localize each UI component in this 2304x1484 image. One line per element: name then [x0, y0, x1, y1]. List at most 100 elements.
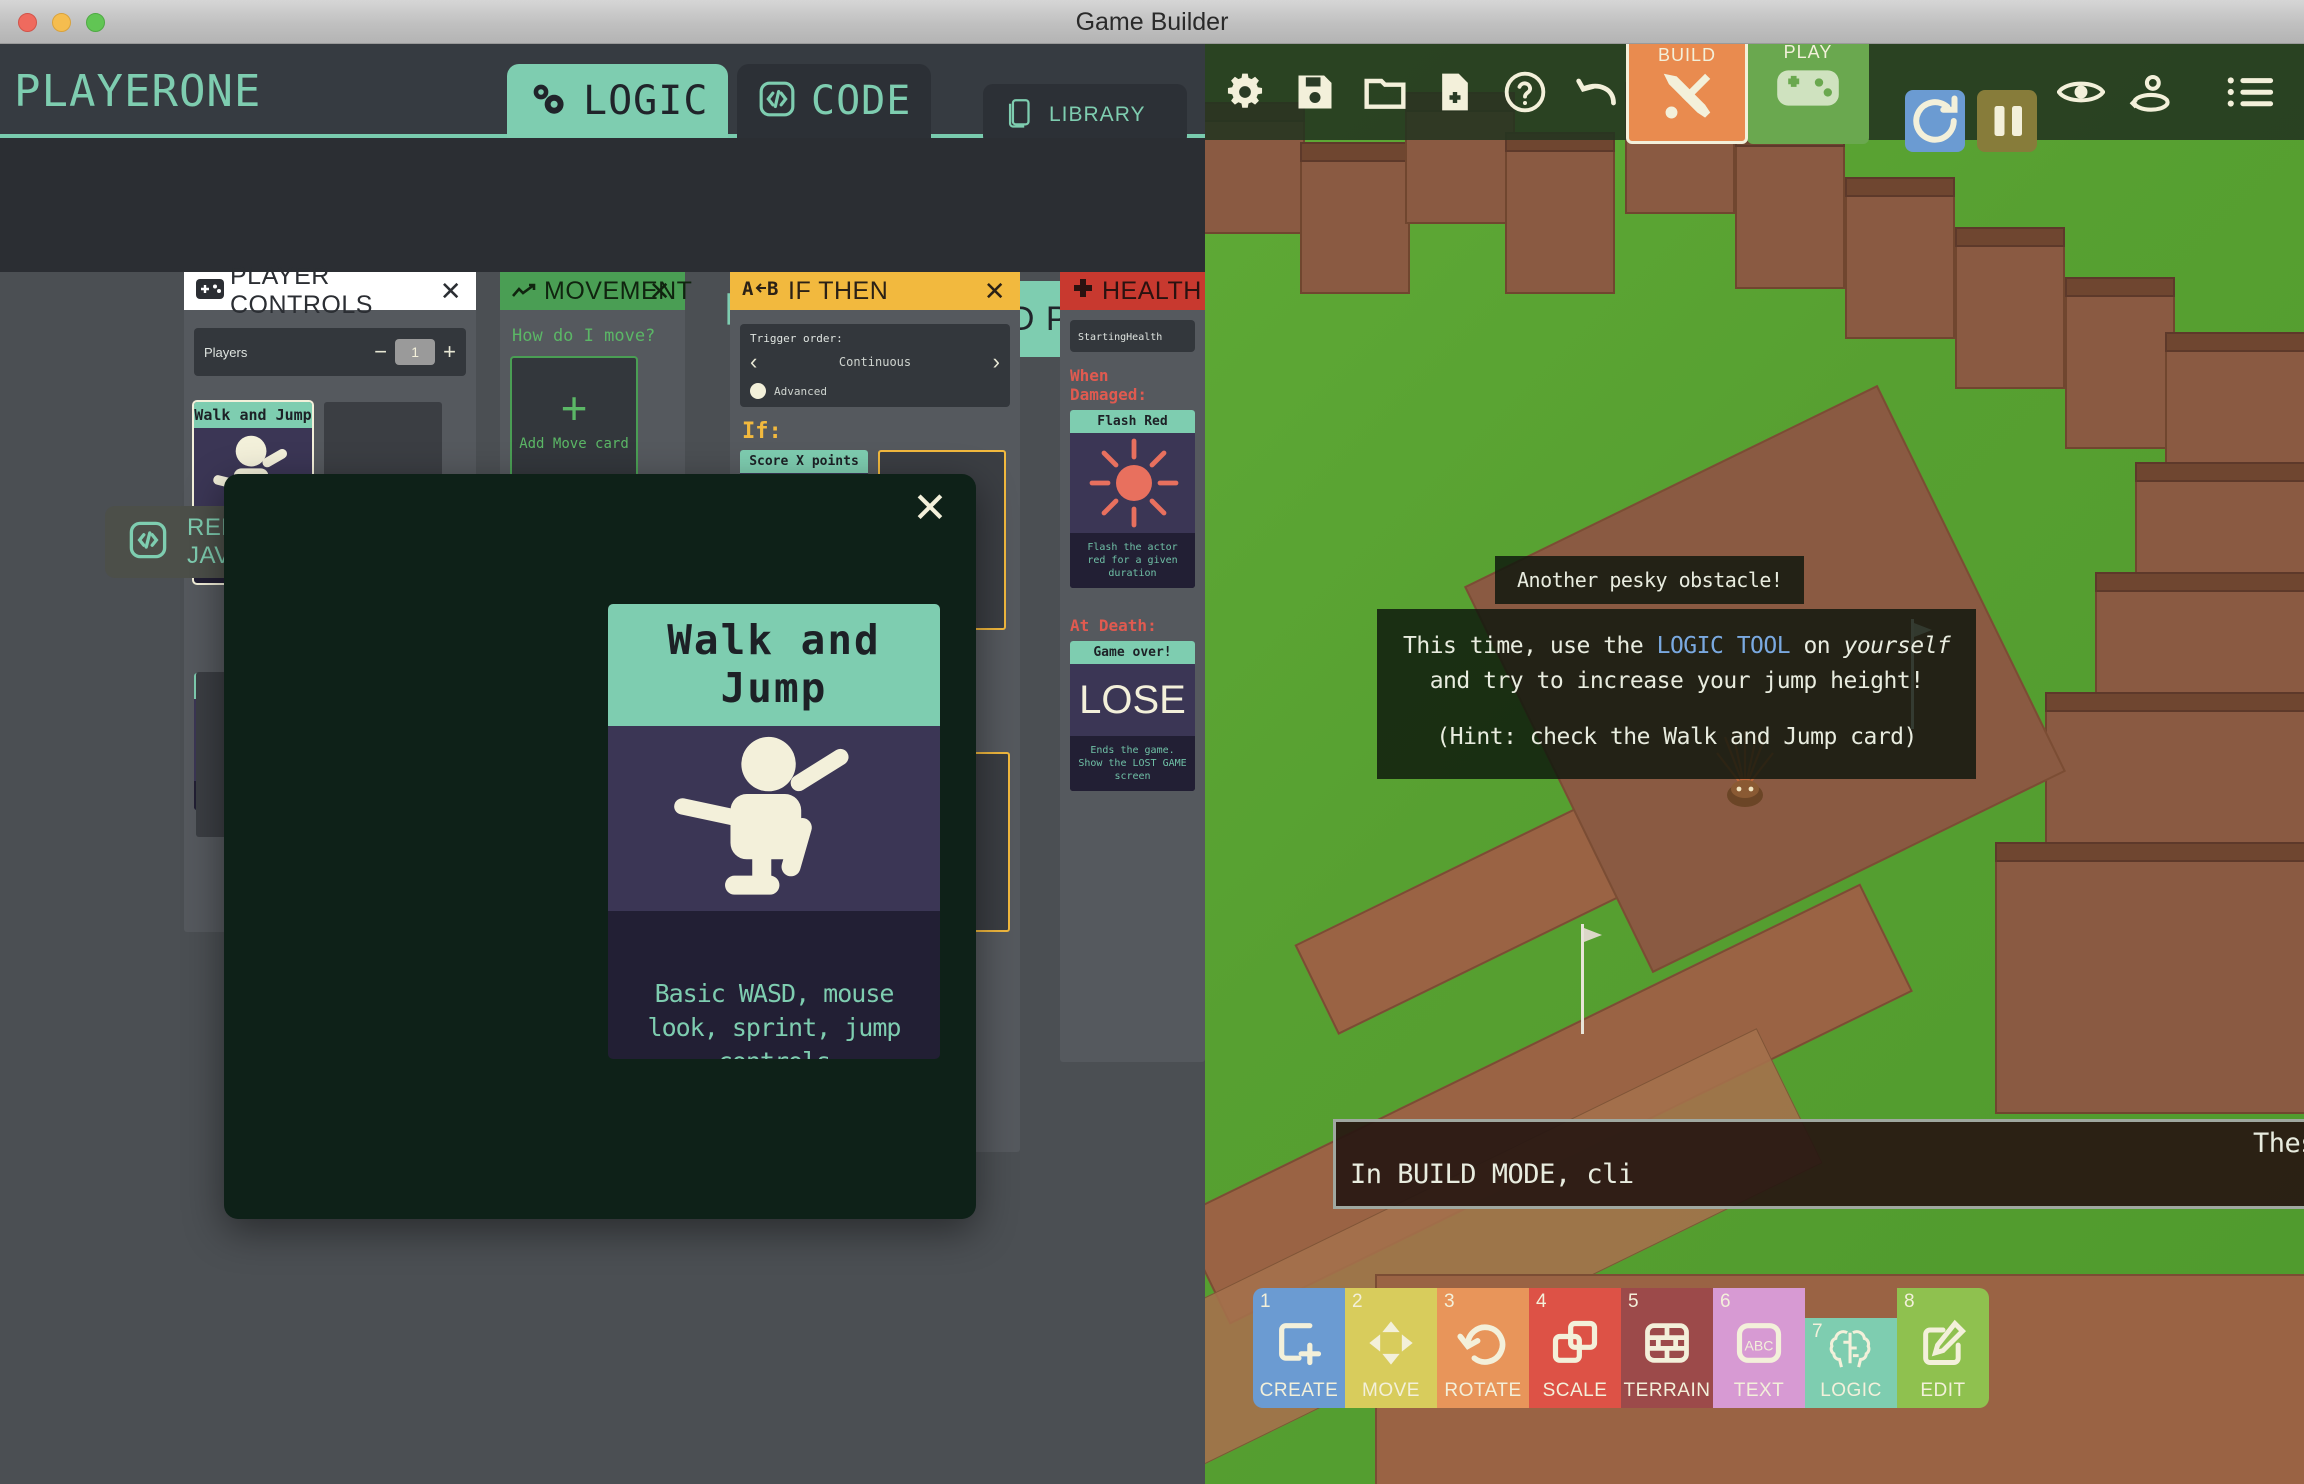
trigger-order-group: Trigger order: ‹ Continuous › Advanced: [740, 324, 1010, 407]
modal-card-walk-and-jump[interactable]: Walk and Jump Basic WASD, mouse look, sp…: [608, 604, 940, 1059]
menu-list-icon[interactable]: [2225, 70, 2275, 119]
when-damaged-label: When Damaged:: [1070, 366, 1195, 404]
gamepad-icon: [1775, 63, 1841, 118]
card-title: Walk and Jump: [608, 604, 940, 726]
pause-icon[interactable]: [1977, 90, 2037, 152]
plus-icon[interactable]: +: [443, 339, 456, 365]
tab-code-label: CODE: [811, 78, 911, 124]
rotate-arrow-icon: [1457, 1317, 1509, 1374]
save-icon[interactable]: [1293, 70, 1337, 119]
plus-icon: +: [561, 390, 588, 427]
trigger-prev-button[interactable]: ‹: [750, 349, 757, 375]
panel-header: HEALTH: [1060, 272, 1205, 310]
tooltip-instruction-line2: and try to increase your jump height!: [1403, 664, 1950, 699]
instruction-mid: on: [1790, 633, 1843, 659]
tab-logic-label: LOGIC: [583, 78, 708, 124]
scale-squares-icon: [1549, 1317, 1601, 1374]
add-move-card-button[interactable]: + Add Move card: [510, 356, 638, 486]
card-description: Ends the game. Show the LOST GAME screen: [1070, 736, 1195, 791]
undo-icon[interactable]: [1573, 70, 1621, 119]
mode-play-button[interactable]: PLAY: [1747, 44, 1869, 144]
tool-number: 5: [1628, 1291, 1639, 1313]
card-game-over[interactable]: Game over! LOSE Ends the game. Show the …: [1070, 641, 1195, 791]
minus-icon[interactable]: −: [374, 339, 387, 365]
abc-text-icon: ABC: [1733, 1317, 1785, 1374]
tab-code[interactable]: CODE: [737, 64, 931, 138]
panel-title: HEALTH: [1102, 277, 1202, 306]
tool-move[interactable]: 2 MOVE: [1345, 1288, 1437, 1408]
tool-number: 2: [1352, 1291, 1363, 1313]
pencil-edit-icon: [1917, 1317, 1969, 1374]
mode-build-label: BUILD: [1658, 45, 1716, 66]
trigger-order-label: Trigger order:: [750, 332, 1000, 345]
tool-terrain[interactable]: 5 TERRAIN: [1621, 1288, 1713, 1408]
tool-label: SCALE: [1543, 1380, 1608, 1402]
tool-logic[interactable]: 7 LOGIC: [1805, 1318, 1897, 1408]
library-button[interactable]: LIBRARY: [983, 84, 1187, 146]
panel-health[interactable]: HEALTH StartingHealth When Damaged: Flas…: [1060, 272, 1205, 1062]
tool-edit[interactable]: 8 EDIT: [1897, 1288, 1989, 1408]
help-icon[interactable]: [1503, 70, 1547, 119]
close-icon[interactable]: ✕: [984, 276, 1006, 307]
tool-rotate[interactable]: 3 ROTATE: [1437, 1288, 1529, 1408]
close-icon[interactable]: ✕: [906, 486, 954, 534]
eye-icon[interactable]: [2057, 70, 2105, 119]
health-cross-icon: [1072, 277, 1094, 306]
tool-scale[interactable]: 4 SCALE: [1529, 1288, 1621, 1408]
card-title: Game over!: [1070, 641, 1195, 664]
actor-name-label: PLAYERONE: [14, 66, 261, 117]
svg-text:A: A: [742, 278, 754, 299]
starting-health-row[interactable]: StartingHealth: [1070, 320, 1195, 352]
card-description: Basic WASD, mouse look, sprint, jump con…: [608, 911, 940, 1059]
window-title: Game Builder: [0, 0, 2304, 44]
close-icon[interactable]: ✕: [649, 276, 671, 307]
tooltip-instruction: This time, use the LOGIC TOOL on yoursel…: [1377, 609, 1976, 779]
sun-burst-icon: [1070, 433, 1195, 533]
folder-icon[interactable]: [1363, 70, 1407, 119]
window-titlebar: Game Builder: [0, 0, 2304, 44]
running-figure-icon: [608, 726, 940, 911]
svg-text:B: B: [767, 278, 779, 299]
game-viewport[interactable]: BUILD PLAY: [1205, 44, 2304, 1484]
gears-icon: [527, 78, 569, 125]
orbit-camera-icon[interactable]: [2127, 70, 2175, 123]
close-icon[interactable]: ✕: [440, 276, 462, 307]
tab-logic[interactable]: LOGIC: [507, 64, 728, 138]
tool-number: 6: [1720, 1291, 1731, 1313]
wrench-hammer-icon: [1656, 66, 1718, 133]
tool-text[interactable]: 6 ABC TEXT: [1713, 1288, 1805, 1408]
advanced-toggle[interactable]: [750, 383, 766, 399]
brick-wall-icon: [1641, 1317, 1693, 1374]
panel-title: IF THEN: [788, 277, 888, 306]
tool-number: 4: [1536, 1291, 1547, 1313]
trigger-value: Continuous: [839, 355, 911, 369]
mode-build-button[interactable]: BUILD: [1626, 44, 1748, 144]
flag-marker-2: [1570, 924, 1596, 1034]
refresh-icon[interactable]: [1905, 90, 1965, 152]
new-file-icon[interactable]: [1433, 70, 1477, 119]
tool-label: TEXT: [1734, 1380, 1785, 1402]
build-tool-palette: 1 CREATE 2 MOVE 3: [1253, 1288, 1989, 1408]
panel-header: A B IF THEN ✕: [730, 272, 1020, 310]
editor-topbar: PLAYERONE LOGIC CODE: [0, 44, 1205, 138]
tooltip-build-mode: Thes In BUILD MODE, cli: [1333, 1119, 2304, 1209]
players-value: 1: [395, 339, 435, 365]
lose-text-art: LOSE: [1070, 664, 1195, 736]
trend-line-icon: [512, 277, 536, 306]
card-flash-red[interactable]: Flash Red Flash the actor red for a give…: [1070, 410, 1195, 588]
tool-create[interactable]: 1 CREATE: [1253, 1288, 1345, 1408]
tool-label: MOVE: [1362, 1380, 1420, 1402]
editor-subbar: + ADD PANEL: [0, 138, 1205, 272]
card-description: Flash the actor red for a given duration: [1070, 533, 1195, 588]
library-label: LIBRARY: [1049, 103, 1146, 127]
players-stepper-label: Players: [204, 345, 366, 360]
gear-icon[interactable]: [1223, 70, 1267, 119]
tool-number: 3: [1444, 1291, 1455, 1313]
advanced-label: Advanced: [774, 385, 827, 398]
panel-header: MOVEMENT ✕: [500, 272, 685, 310]
tooltip-build-mode-line1: Thes: [1336, 1128, 2304, 1159]
trigger-next-button[interactable]: ›: [993, 349, 1000, 375]
move-arrows-icon: [1365, 1317, 1417, 1374]
at-death-label: At Death:: [1070, 616, 1195, 635]
players-stepper[interactable]: Players − 1 +: [194, 328, 466, 376]
